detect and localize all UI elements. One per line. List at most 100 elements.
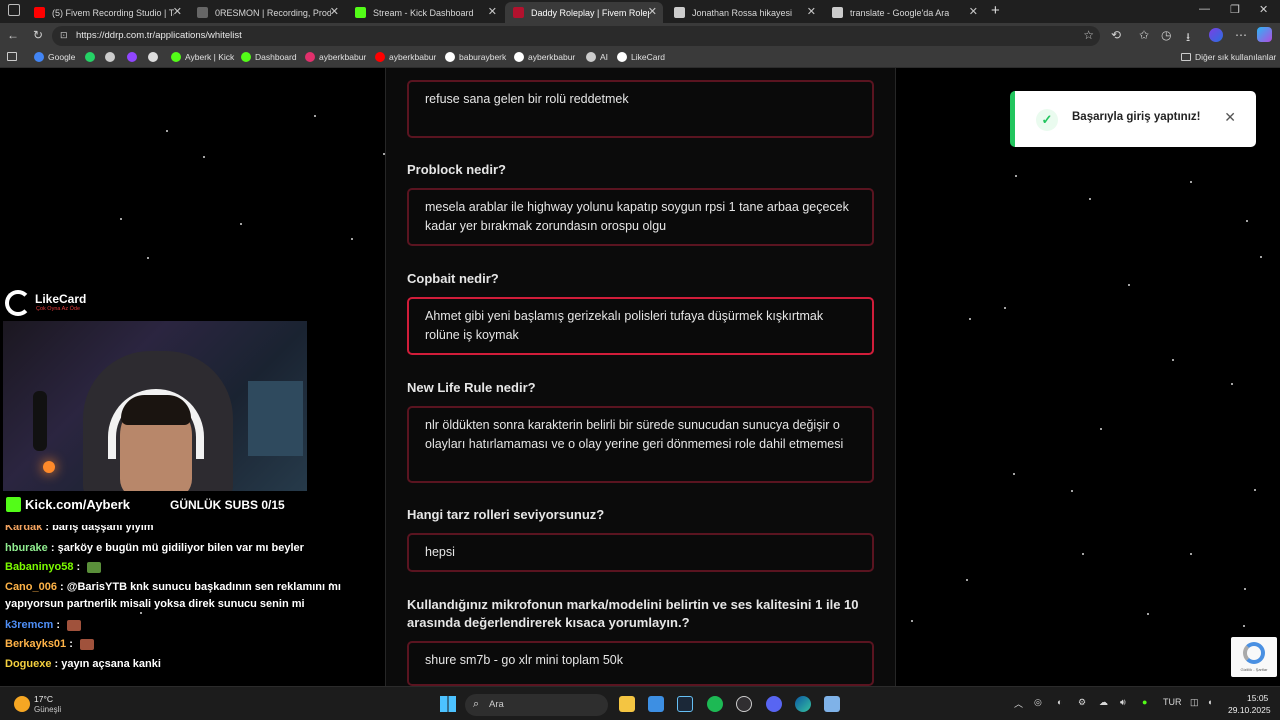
tab-actions-icon[interactable] — [8, 4, 20, 16]
streamer-hair — [121, 395, 191, 425]
bookmark-item[interactable] — [148, 52, 162, 62]
copilot-icon[interactable] — [1257, 27, 1272, 42]
other-bookmarks[interactable]: Diğer sık kullanılanlar — [1181, 52, 1276, 62]
answer-textarea[interactable]: shure sm7b - go xlr mini toplam 50k — [407, 641, 874, 686]
bookmark-item[interactable]: AI — [586, 52, 608, 62]
star-dot — [966, 579, 968, 581]
answer-textarea[interactable]: nlr öldükten sonra karakterin belirli bi… — [407, 406, 874, 483]
history-icon[interactable]: ◷ — [1161, 28, 1171, 42]
notepad-icon[interactable] — [824, 696, 840, 712]
answer-textarea[interactable]: hepsi — [407, 533, 874, 572]
bookmark-item[interactable]: Ayberk | Kick — [171, 52, 234, 62]
reading-list-icon[interactable] — [7, 52, 17, 61]
tray-network-icon[interactable]: ⚙ — [1078, 697, 1086, 708]
bookmark-icon — [148, 52, 158, 62]
answer-textarea[interactable]: mesela arablar ile highway yolunu kapatı… — [407, 188, 874, 246]
download-icon[interactable]: ⭳ — [1186, 28, 1190, 49]
tab-close-icon[interactable]: ✕ — [648, 5, 657, 18]
tab-favicon-icon — [832, 7, 843, 18]
tab-close-icon[interactable]: ✕ — [969, 5, 978, 18]
star-dot — [911, 620, 913, 622]
browser-tab[interactable]: translate - Google'da Ara ✕ — [824, 2, 984, 23]
file-explorer-icon[interactable] — [619, 696, 635, 712]
answer-textarea[interactable]: Ahmet gibi yeni başlamış gerizekalı poli… — [407, 297, 874, 355]
new-tab-button[interactable]: + — [991, 2, 1000, 19]
bookmark-item[interactable]: ayberkbabur — [375, 52, 436, 62]
language-indicator[interactable]: TUR — [1163, 697, 1182, 707]
tray-overflow-icon[interactable]: ︿ — [1014, 697, 1023, 710]
bookmark-item[interactable] — [105, 52, 119, 62]
taskbar-search[interactable]: ⌕ Ara — [465, 694, 608, 716]
browser-tab[interactable]: (5) Fivem Recording Studio | Take✕ — [26, 2, 188, 23]
weather-icon[interactable] — [14, 696, 30, 712]
url-field[interactable]: ⊡ https://ddrp.com.tr/applications/white… — [52, 26, 1100, 46]
profile-avatar[interactable] — [1209, 28, 1223, 42]
sound-icon[interactable]: ◖ — [1207, 697, 1212, 707]
tab-close-icon[interactable]: ✕ — [330, 5, 339, 18]
bookmark-icon — [617, 52, 627, 62]
toast-close-icon[interactable]: ✕ — [1224, 109, 1236, 126]
minimize-button[interactable]: — — [1199, 3, 1210, 15]
tray-app-icon-3[interactable]: ☁ — [1099, 697, 1108, 708]
chat-text: şarköy e bugün mü gidiliyor bilen var mı… — [57, 542, 304, 554]
site-info-icon[interactable]: ⊡ — [60, 30, 68, 41]
extensions-icon[interactable]: ⟲ — [1111, 28, 1121, 42]
bookmark-label: Google — [48, 52, 76, 62]
recaptcha-badge[interactable]: Gizlilik - Şartlar — [1231, 637, 1277, 677]
bookmark-item[interactable]: ayberkbabur — [305, 52, 366, 62]
tab-close-icon[interactable]: ✕ — [173, 5, 182, 18]
browser-tab[interactable]: Jonathan Rossa hikayesi ✕ — [666, 2, 822, 23]
star-dot — [147, 257, 149, 259]
toast-message: Başarıyla giriş yaptınız! — [1072, 111, 1201, 123]
windows-start-icon[interactable] — [440, 696, 456, 712]
tab-close-icon[interactable]: ✕ — [488, 5, 497, 18]
question-label: New Life Rule nedir? — [407, 380, 536, 395]
refresh-icon[interactable]: ↻ — [33, 28, 43, 42]
steam-icon[interactable] — [677, 696, 693, 712]
chat-message: Cano_006 : @BarisYTB knk sunucu başkadın… — [5, 579, 395, 613]
clock-date[interactable]: 29.10.2025 — [1228, 705, 1271, 715]
star-dot — [1231, 383, 1233, 385]
favorite-star-icon[interactable]: ☆ — [1083, 28, 1094, 42]
star-dot — [1147, 613, 1149, 615]
back-icon[interactable]: ← — [7, 28, 19, 42]
tab-close-icon[interactable]: ✕ — [807, 5, 816, 18]
star-dot — [120, 218, 122, 220]
maximize-button[interactable]: ❐ — [1230, 3, 1240, 16]
bookmark-item[interactable]: ayberkbabur — [514, 52, 575, 62]
bookmark-item[interactable]: baburayberk — [445, 52, 506, 62]
photos-icon[interactable] — [648, 696, 664, 712]
bookmark-item[interactable] — [85, 52, 99, 62]
bookmark-item[interactable]: Dashboard — [241, 52, 297, 62]
tray-app-icon-2[interactable]: ◐ — [1057, 697, 1062, 707]
bookmark-icon — [127, 52, 137, 62]
browser-tab[interactable]: Daddy Roleplay | Fivem Roleplay✕ — [505, 2, 663, 23]
bookmark-item[interactable]: Google — [34, 52, 75, 62]
edge-icon[interactable] — [795, 696, 811, 712]
check-icon: ✓ — [1036, 109, 1058, 131]
bookmark-item[interactable] — [127, 52, 141, 62]
more-menu-icon[interactable]: ⋯ — [1235, 28, 1247, 42]
bookmark-item[interactable]: LikeCard — [617, 52, 665, 62]
wifi-icon[interactable]: ◫ — [1190, 697, 1199, 708]
discord-icon[interactable] — [766, 696, 782, 712]
question-label: Copbait nedir? — [407, 271, 499, 286]
answer-textarea[interactable]: refuse sana gelen bir rolü reddetmek — [407, 80, 874, 138]
likecard-logo-text: LikeCard — [35, 292, 87, 306]
clock-time[interactable]: 15:05 — [1247, 693, 1268, 703]
tray-app-icon[interactable]: ◎ — [1034, 697, 1042, 708]
star-dot — [1243, 625, 1245, 627]
favorites-icon[interactable]: ✩ — [1139, 28, 1149, 42]
close-window-button[interactable]: ✕ — [1259, 3, 1268, 16]
microphone-icon[interactable]: ● — [1142, 697, 1147, 707]
obs-icon[interactable] — [736, 696, 752, 712]
browser-tab[interactable]: Stream - Kick Dashboard ✕ — [347, 2, 503, 23]
bookmark-icon — [105, 52, 115, 62]
chat-message: k3remcm : — [5, 617, 395, 634]
spotify-icon[interactable] — [707, 696, 723, 712]
volume-icon[interactable]: 🔊︎ — [1120, 697, 1126, 708]
success-toast: ✓ Başarıyla giriş yaptınız! ✕ — [1010, 91, 1256, 147]
star-dot — [1172, 359, 1174, 361]
browser-tab[interactable]: 0RESMON | Recording, Producer,✕ — [189, 2, 345, 23]
chat-emote-icon — [79, 638, 94, 650]
